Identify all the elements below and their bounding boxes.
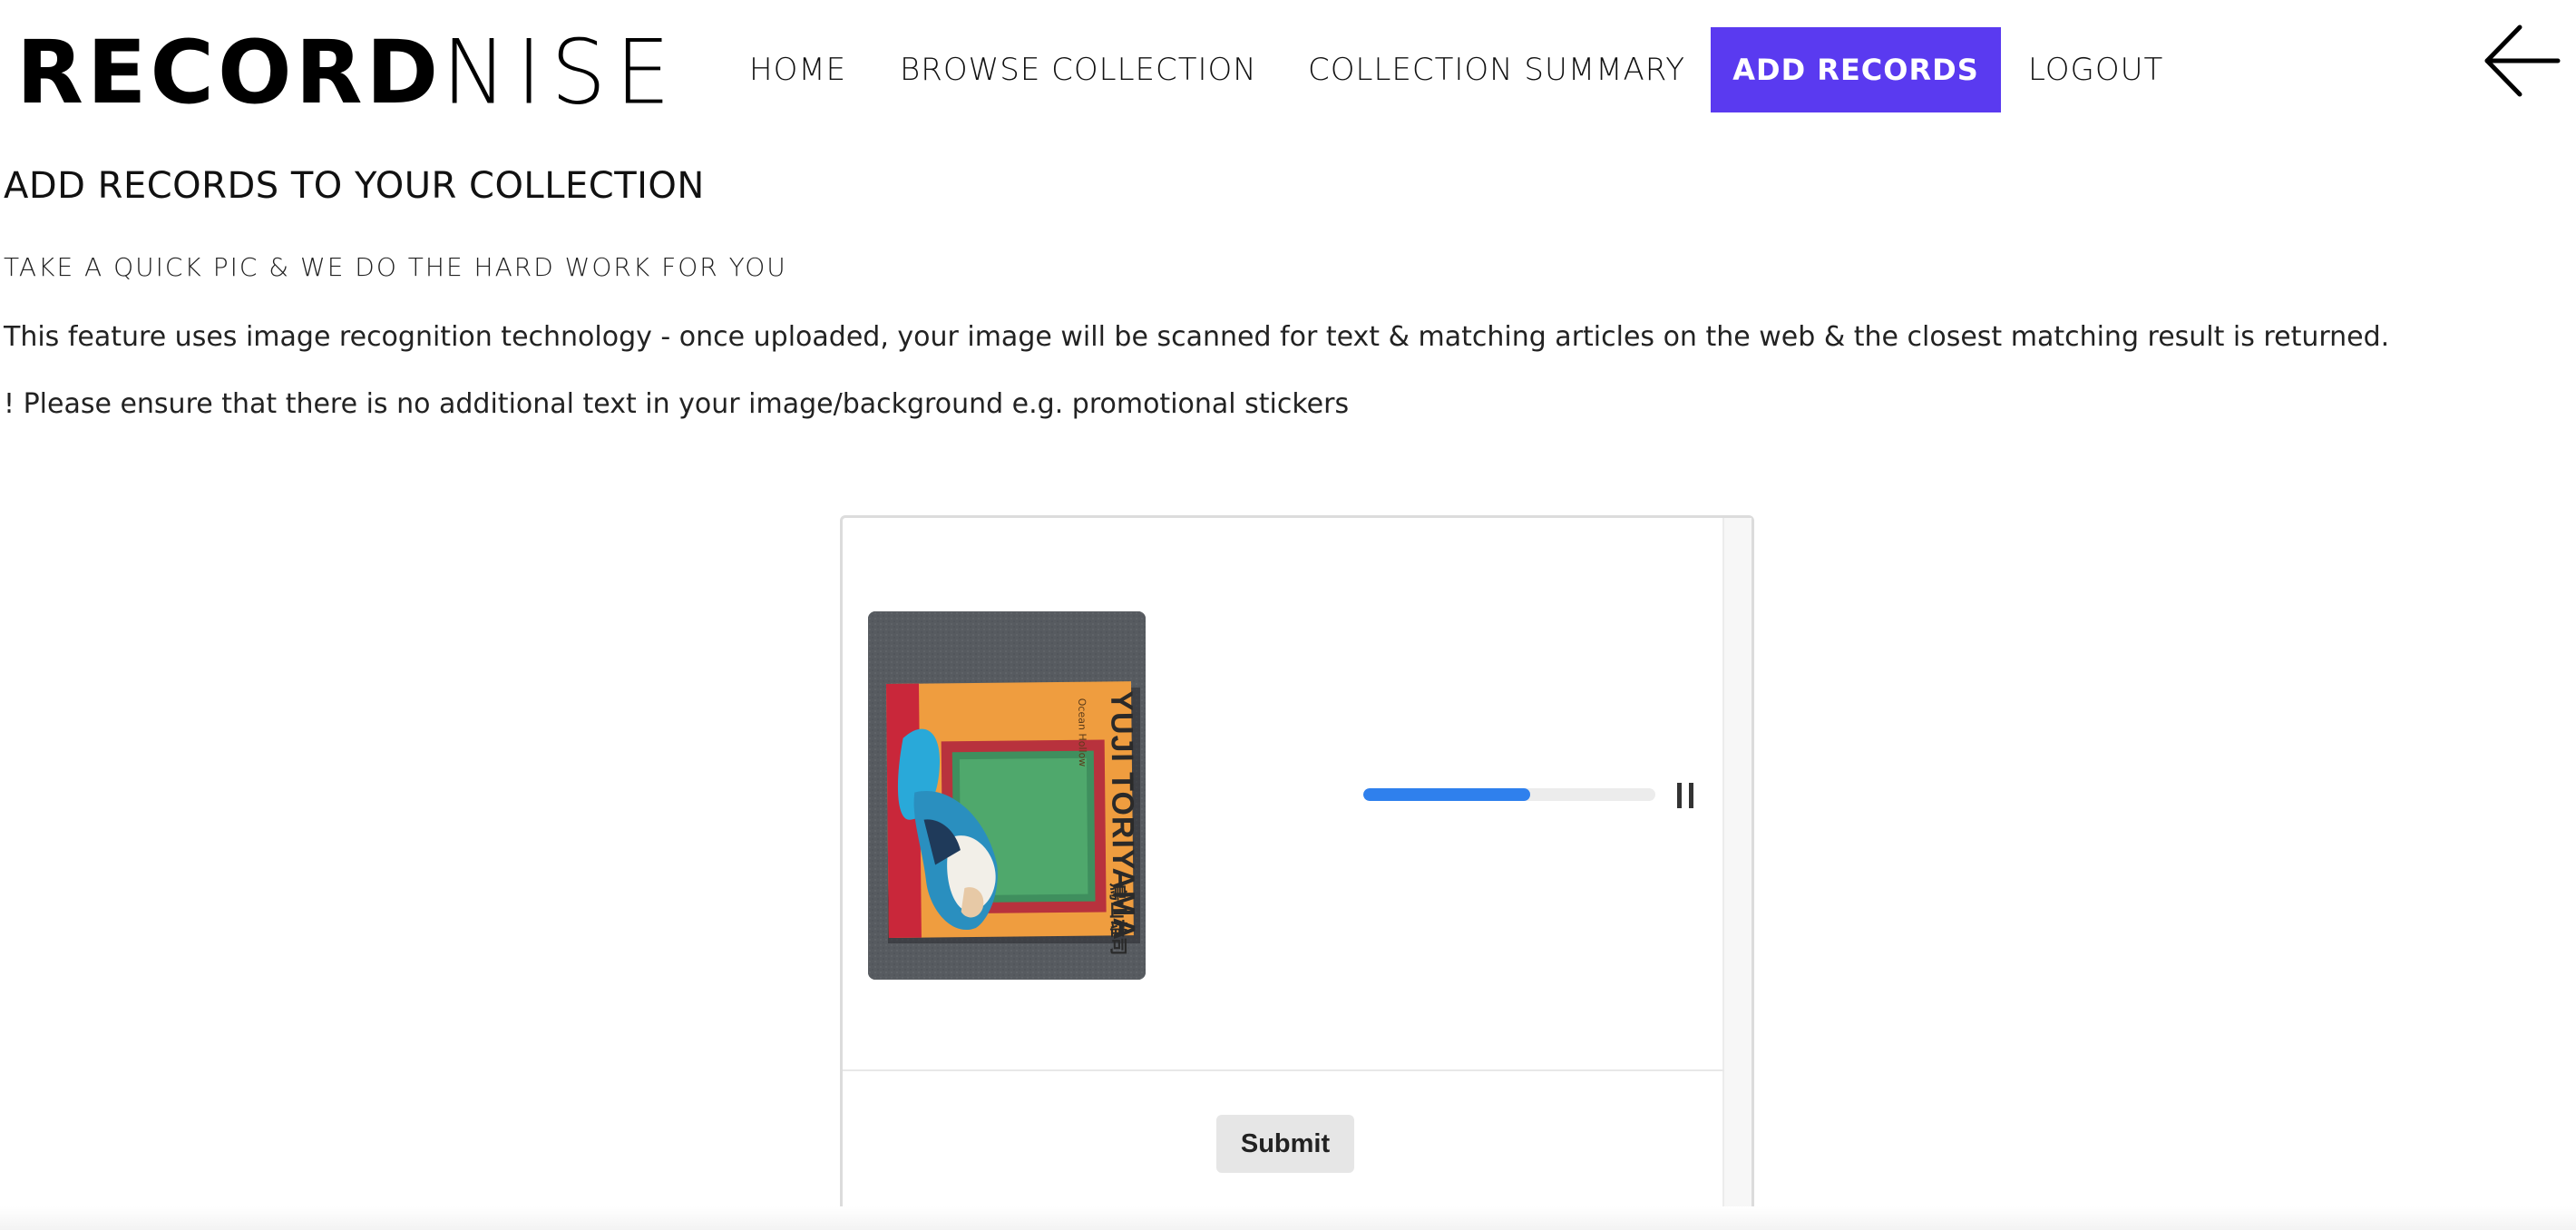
logo-wordmark-bold: RECORD [16,22,443,123]
nav-logout[interactable]: LOGOUT [2028,27,2163,112]
feature-description: This feature uses image recognition tech… [4,321,2390,353]
arrow-left-icon[interactable] [2480,20,2561,102]
cover-japanese-text: 鳥山雄司 [1107,883,1129,955]
upload-progress-bar [1363,788,1655,801]
nav-home[interactable]: HOME [749,27,846,112]
upload-panel: YUJI TORIYAMA Ocean Hollow 鳥山雄司 Submit [840,515,1754,1230]
nav-add-records[interactable]: ADD RECORDS [1711,27,2001,112]
panel-scrollbar[interactable] [1722,518,1751,1230]
notice-text: ! Please ensure that there is no additio… [4,388,1350,420]
pause-icon[interactable] [1673,779,1701,812]
nav-browse-collection[interactable]: BROWSE COLLECTION [900,27,1257,112]
page: RECORD NISE HOME BROWSE COLLECTION COLLE… [0,0,2576,1230]
logo[interactable]: RECORD NISE [16,27,679,118]
cover-small-text: Ocean Hollow [1076,698,1088,767]
logo-wordmark-light: NISE [442,20,679,125]
page-subtitle: TAKE A QUICK PIC & WE DO THE HARD WORK F… [4,252,787,282]
page-title: ADD RECORDS TO YOUR COLLECTION [4,165,705,207]
bottom-shadow [0,1206,2576,1230]
nav-collection-summary[interactable]: COLLECTION SUMMARY [1308,27,1685,112]
panel-divider [843,1069,1724,1071]
uploaded-image-thumbnail: YUJI TORIYAMA Ocean Hollow 鳥山雄司 [868,611,1146,980]
upload-progress-fill [1363,788,1530,801]
submit-button[interactable]: Submit [1216,1115,1354,1173]
